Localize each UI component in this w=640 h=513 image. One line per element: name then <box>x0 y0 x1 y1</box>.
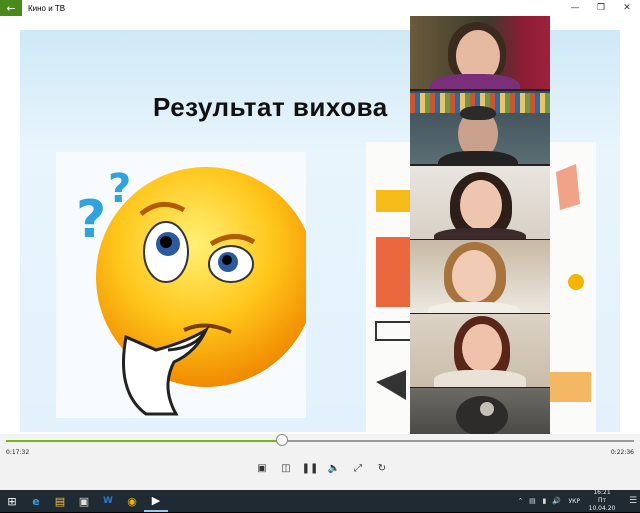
participant-tile[interactable] <box>410 240 550 315</box>
seek-bar[interactable] <box>6 434 634 446</box>
participant-tile[interactable] <box>410 166 550 241</box>
store-icon[interactable]: ▣ <box>72 490 96 512</box>
taskbar: ⊞ e ▤ ▣ W ◉ ▶ ⌃ ▤ ▮ 🔊 УКР 16:21 Пт 10.04… <box>0 489 640 513</box>
volume-tray-icon[interactable]: 🔊 <box>550 490 562 512</box>
file-explorer-icon[interactable]: ▤ <box>48 490 72 512</box>
slide-title: Результат вихова <box>153 92 388 122</box>
video-frame[interactable]: Результат вихова ? ? <box>0 16 640 434</box>
total-time: 0:22:36 <box>610 449 634 456</box>
participant-tile[interactable] <box>410 314 550 389</box>
network-icon[interactable]: ▤ <box>526 490 538 512</box>
pause-icon[interactable]: ❚❚ <box>298 460 322 476</box>
clock-date: Пт 10.04.20 <box>588 497 616 512</box>
start-icon[interactable]: ⊞ <box>0 490 24 512</box>
system-tray: ⌃ ▤ ▮ 🔊 УКР 16:21 Пт 10.04.20 ☰ <box>514 489 640 513</box>
svg-text:?: ? <box>76 190 106 250</box>
chrome-icon[interactable]: ◉ <box>120 490 144 512</box>
participant-tile[interactable] <box>410 91 550 166</box>
window-title: Кино и ТВ <box>28 3 66 13</box>
elapsed-time: 0:17:32 <box>6 449 30 456</box>
restore-button[interactable]: ❐ <box>588 0 614 16</box>
notifications-icon[interactable]: ☰ <box>626 490 640 512</box>
title-bar: ← Кино и ТВ — ❐ ✕ <box>0 0 640 16</box>
participant-tile[interactable] <box>410 16 550 91</box>
battery-icon[interactable]: ▮ <box>538 490 550 512</box>
repeat-icon[interactable]: ↻ <box>370 460 394 476</box>
window-controls: — ❐ ✕ <box>562 0 640 16</box>
back-arrow-icon[interactable]: ← <box>0 0 22 16</box>
cast-icon[interactable]: ▣ <box>250 460 274 476</box>
seek-bar-fill <box>6 440 283 442</box>
playback-buttons: ▣ ◫ ❚❚ 🔈 ⤢ ↻ <box>250 460 394 476</box>
language-indicator[interactable]: УКР <box>568 498 580 505</box>
thinking-emoji-image: ? ? <box>56 152 316 418</box>
seek-thumb[interactable] <box>276 434 289 446</box>
fullscreen-icon[interactable]: ⤢ <box>346 460 370 476</box>
chevron-up-icon[interactable]: ⌃ <box>514 490 526 512</box>
mini-view-icon[interactable]: ◫ <box>274 460 298 476</box>
participant-tiles <box>410 16 550 434</box>
close-button[interactable]: ✕ <box>614 0 640 16</box>
participant-tile[interactable] <box>410 388 550 434</box>
volume-icon[interactable]: 🔈 <box>322 460 346 476</box>
word-icon[interactable]: W <box>96 490 120 512</box>
player-controls: 0:17:32 0:22:36 ▣ ◫ ❚❚ 🔈 ⤢ ↻ <box>0 434 640 490</box>
clock[interactable]: 16:21 Пт 10.04.20 <box>586 489 618 513</box>
minimize-button[interactable]: — <box>562 0 588 16</box>
edge-icon[interactable]: e <box>24 490 48 512</box>
clock-time: 16:21 <box>593 489 611 496</box>
films-tv-icon[interactable]: ▶ <box>144 490 168 512</box>
